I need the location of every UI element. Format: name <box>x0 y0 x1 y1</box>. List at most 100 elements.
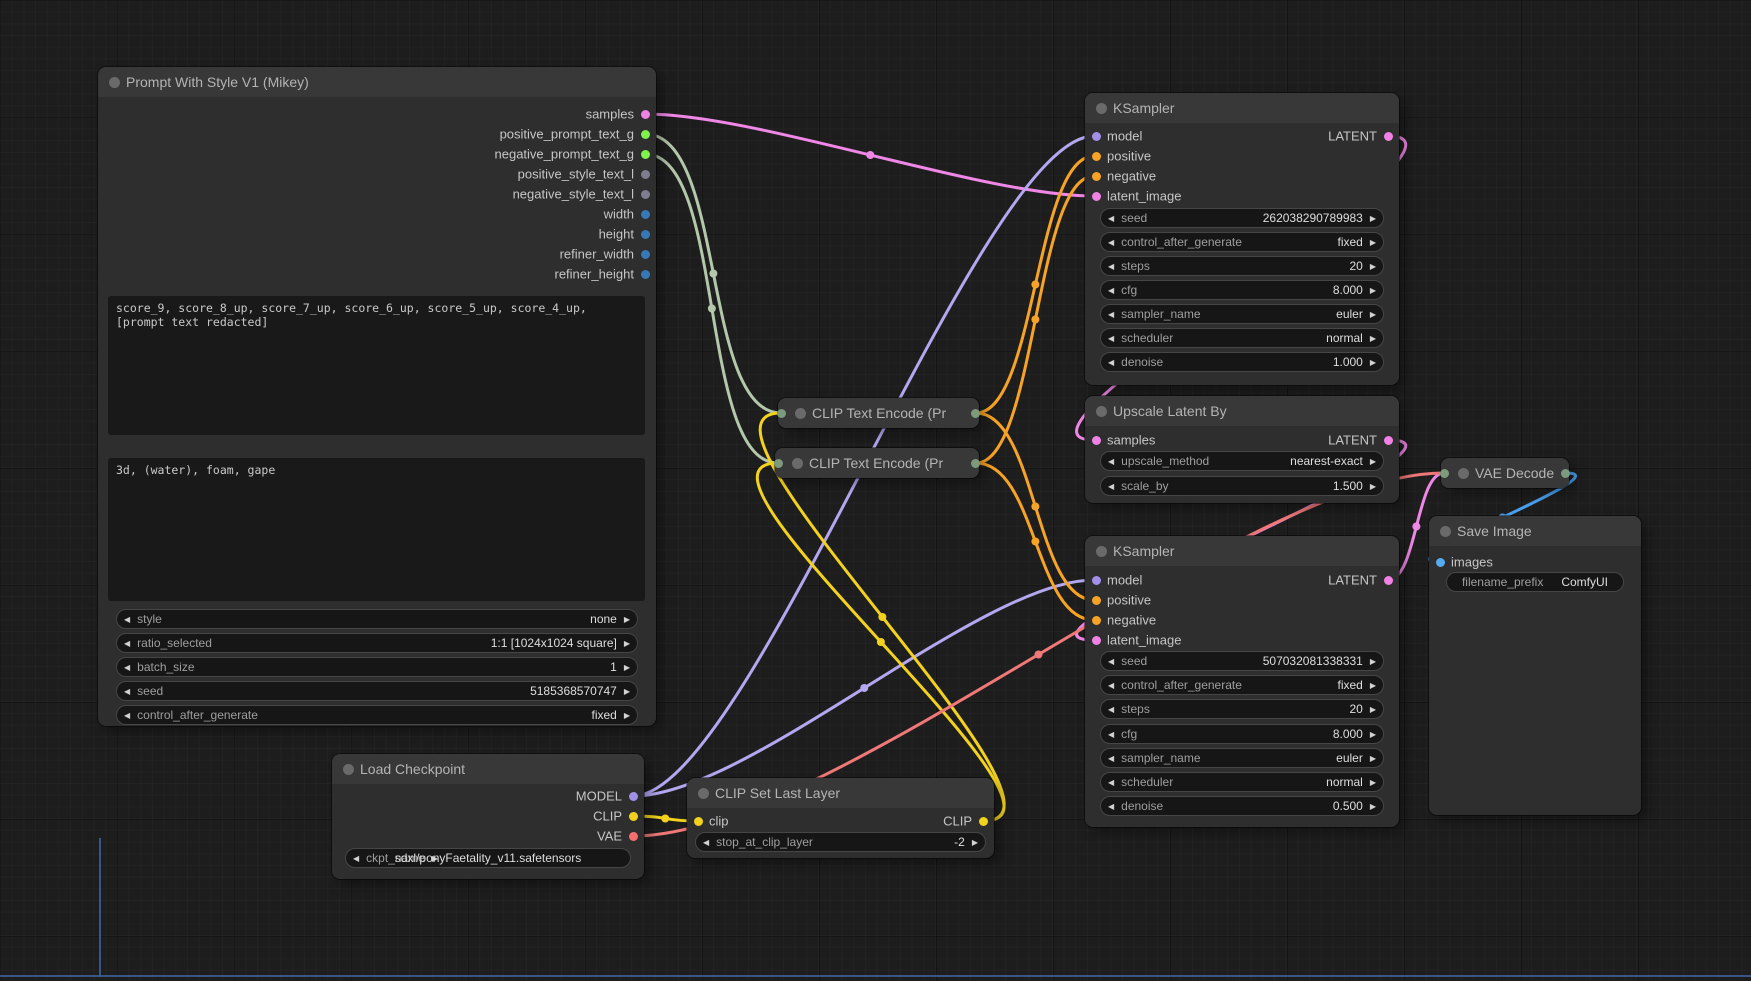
collapsed-input-dot[interactable] <box>777 408 786 418</box>
widget-control_after_generate[interactable]: ◀ control_after_generate fixed ▶ <box>1100 675 1384 695</box>
widget-control_after_generate[interactable]: ◀ control_after_generate fixed ▶ <box>1100 232 1384 252</box>
comfyui-graph-canvas[interactable]: Prompt With Style V1 (Mikey) samples posit… <box>0 0 1751 981</box>
widget-stop_at_clip_layer-decrement-arrow[interactable]: ◀ <box>696 838 716 847</box>
widget-sampler_name-increment-arrow[interactable]: ▶ <box>1363 754 1383 763</box>
input-positive-dot[interactable] <box>1091 595 1101 605</box>
output-refiner_height-dot[interactable] <box>640 269 650 279</box>
widget-style-decrement-arrow[interactable]: ◀ <box>117 615 137 624</box>
input-model-dot[interactable] <box>1091 131 1101 141</box>
collapsed-output-dot[interactable] <box>971 458 980 468</box>
collapsed-output-dot[interactable] <box>971 408 980 418</box>
widget-filename_prefix[interactable]: filename_prefix ComfyUI <box>1446 572 1624 592</box>
node-status-dot[interactable] <box>1096 406 1107 417</box>
widget-denoise[interactable]: ◀ denoise 1.000 ▶ <box>1100 352 1384 372</box>
input-negative-dot[interactable] <box>1091 171 1101 181</box>
widget-control_after_generate-increment-arrow[interactable]: ▶ <box>1363 681 1383 690</box>
input-clip-dot[interactable] <box>693 816 703 826</box>
widget-cfg[interactable]: ◀ cfg 8.000 ▶ <box>1100 724 1384 744</box>
widget-seed[interactable]: ◀ seed 507032081338331 ▶ <box>1100 651 1384 671</box>
widget-batch_size-decrement-arrow[interactable]: ◀ <box>117 663 137 672</box>
positive-prompt-textarea[interactable]: score_9, score_8_up, score_7_up, score_6… <box>108 296 645 435</box>
output-negative_style_text_l-dot[interactable] <box>640 189 650 199</box>
widget-upscale_method-decrement-arrow[interactable]: ◀ <box>1101 457 1121 466</box>
widget-denoise-increment-arrow[interactable]: ▶ <box>1363 802 1383 811</box>
widget-scheduler[interactable]: ◀ scheduler normal ▶ <box>1100 328 1384 348</box>
output-CLIP-dot[interactable] <box>628 811 638 821</box>
widget-ratio_selected-increment-arrow[interactable]: ▶ <box>617 639 637 648</box>
input-negative-dot[interactable] <box>1091 615 1101 625</box>
widget-ratio_selected[interactable]: ◀ ratio_selected 1:1 [1024x1024 square] ▶ <box>116 633 638 653</box>
widget-cfg-decrement-arrow[interactable]: ◀ <box>1101 730 1121 739</box>
node-status-dot[interactable] <box>792 458 803 469</box>
widget-steps-decrement-arrow[interactable]: ◀ <box>1101 262 1121 271</box>
widget-seed-increment-arrow[interactable]: ▶ <box>617 687 637 696</box>
output-negative_prompt_text_g-dot[interactable] <box>640 149 650 159</box>
widget-seed-increment-arrow[interactable]: ▶ <box>1363 214 1383 223</box>
widget-ckpt_name-decrement-arrow[interactable]: ◀ <box>346 854 366 863</box>
node-status-dot[interactable] <box>1096 546 1107 557</box>
widget-seed-decrement-arrow[interactable]: ◀ <box>1101 657 1121 666</box>
widget-steps-increment-arrow[interactable]: ▶ <box>1363 705 1383 714</box>
widget-control_after_generate-decrement-arrow[interactable]: ◀ <box>1101 681 1121 690</box>
input-positive-dot[interactable] <box>1091 151 1101 161</box>
node-status-dot[interactable] <box>343 764 354 775</box>
output-MODEL-dot[interactable] <box>628 791 638 801</box>
collapsed-input-dot[interactable] <box>774 458 783 468</box>
output-positive_style_text_l-dot[interactable] <box>640 169 650 179</box>
widget-stop_at_clip_layer-increment-arrow[interactable]: ▶ <box>965 838 985 847</box>
widget-scale_by-increment-arrow[interactable]: ▶ <box>1363 482 1383 491</box>
widget-sampler_name[interactable]: ◀ sampler_name euler ▶ <box>1100 304 1384 324</box>
widget-scheduler-increment-arrow[interactable]: ▶ <box>1363 778 1383 787</box>
widget-control_after_generate[interactable]: ◀ control_after_generate fixed ▶ <box>116 705 638 725</box>
widget-sampler_name-decrement-arrow[interactable]: ◀ <box>1101 310 1121 319</box>
node-status-dot[interactable] <box>109 77 120 88</box>
widget-steps[interactable]: ◀ steps 20 ▶ <box>1100 256 1384 276</box>
widget-steps-decrement-arrow[interactable]: ◀ <box>1101 705 1121 714</box>
widget-upscale_method-increment-arrow[interactable]: ▶ <box>1363 457 1383 466</box>
node-status-dot[interactable] <box>698 788 709 799</box>
widget-sampler_name[interactable]: ◀ sampler_name euler ▶ <box>1100 748 1384 768</box>
widget-batch_size[interactable]: ◀ batch_size 1 ▶ <box>116 657 638 677</box>
widget-cfg[interactable]: ◀ cfg 8.000 ▶ <box>1100 280 1384 300</box>
negative-prompt-textarea[interactable]: 3d, (water), foam, gape <box>108 458 645 601</box>
output-CLIP-dot[interactable] <box>978 816 988 826</box>
output-samples-dot[interactable] <box>640 109 650 119</box>
widget-ckpt_name[interactable]: ◀ ckpt_name sdxl/ponyFaetality_v11.safeten… <box>345 848 631 868</box>
collapsed-input-dot[interactable] <box>1440 468 1449 478</box>
output-width-dot[interactable] <box>640 209 650 219</box>
widget-scale_by[interactable]: ◀ scale_by 1.500 ▶ <box>1100 476 1384 496</box>
node-status-dot[interactable] <box>1458 468 1469 479</box>
widget-upscale_method[interactable]: ◀ upscale_method nearest-exact ▶ <box>1100 451 1384 471</box>
widget-sampler_name-increment-arrow[interactable]: ▶ <box>1363 310 1383 319</box>
output-height-dot[interactable] <box>640 229 650 239</box>
input-samples-dot[interactable] <box>1091 435 1101 445</box>
widget-sampler_name-decrement-arrow[interactable]: ◀ <box>1101 754 1121 763</box>
node-status-dot[interactable] <box>795 408 806 419</box>
widget-denoise-decrement-arrow[interactable]: ◀ <box>1101 358 1121 367</box>
widget-denoise-increment-arrow[interactable]: ▶ <box>1363 358 1383 367</box>
widget-seed[interactable]: ◀ seed 5185368570747 ▶ <box>116 681 638 701</box>
widget-batch_size-increment-arrow[interactable]: ▶ <box>617 663 637 672</box>
widget-scheduler[interactable]: ◀ scheduler normal ▶ <box>1100 772 1384 792</box>
widget-seed-decrement-arrow[interactable]: ◀ <box>1101 214 1121 223</box>
widget-steps[interactable]: ◀ steps 20 ▶ <box>1100 699 1384 719</box>
output-refiner_width-dot[interactable] <box>640 249 650 259</box>
output-positive_prompt_text_g-dot[interactable] <box>640 129 650 139</box>
widget-cfg-increment-arrow[interactable]: ▶ <box>1363 286 1383 295</box>
widget-steps-increment-arrow[interactable]: ▶ <box>1363 262 1383 271</box>
widget-ratio_selected-decrement-arrow[interactable]: ◀ <box>117 639 137 648</box>
widget-denoise-decrement-arrow[interactable]: ◀ <box>1101 802 1121 811</box>
input-images-dot[interactable] <box>1435 557 1445 567</box>
node-status-dot[interactable] <box>1440 526 1451 537</box>
collapsed-output-dot[interactable] <box>1561 468 1570 478</box>
widget-control_after_generate-increment-arrow[interactable]: ▶ <box>1363 238 1383 247</box>
input-latent_image-dot[interactable] <box>1091 191 1101 201</box>
output-LATENT-dot[interactable] <box>1383 575 1393 585</box>
widget-scheduler-increment-arrow[interactable]: ▶ <box>1363 334 1383 343</box>
input-model-dot[interactable] <box>1091 575 1101 585</box>
widget-style[interactable]: ◀ style none ▶ <box>116 609 638 629</box>
widget-stop_at_clip_layer[interactable]: ◀ stop_at_clip_layer -2 ▶ <box>695 832 986 852</box>
node-status-dot[interactable] <box>1096 103 1107 114</box>
widget-denoise[interactable]: ◀ denoise 0.500 ▶ <box>1100 796 1384 816</box>
widget-control_after_generate-decrement-arrow[interactable]: ◀ <box>1101 238 1121 247</box>
